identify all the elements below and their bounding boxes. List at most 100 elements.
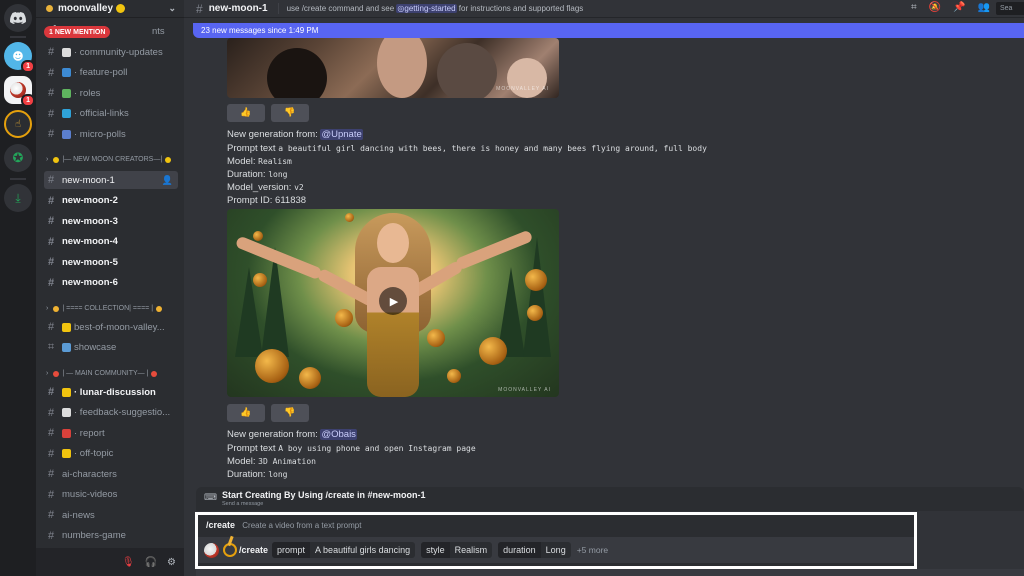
prompt-label: Prompt text: [227, 143, 279, 154]
command-option-chip[interactable]: style Realism: [421, 542, 493, 558]
search-input[interactable]: Sea: [996, 2, 1024, 15]
channel-item[interactable]: # · report: [44, 424, 178, 442]
channel-item[interactable]: # numbers-game: [44, 527, 178, 545]
reaction-buttons: 👍 👎: [227, 104, 309, 122]
play-button[interactable]: ▶: [379, 287, 407, 315]
channel-item[interactable]: # new-moon-1 👤: [44, 171, 178, 189]
compass-icon: ✪: [12, 150, 24, 166]
message-list: MOONVALLEY AI 👍 👎 New generation from: @…: [184, 38, 1024, 486]
command-option-chip[interactable]: prompt A beautiful girls dancing: [272, 542, 416, 558]
rail-separator: [10, 178, 26, 180]
command-hint-subtitle: Send a message: [222, 501, 264, 507]
thumbs-up-button[interactable]: 👍: [227, 404, 265, 422]
pinned-messages-icon[interactable]: 📌: [953, 2, 965, 13]
category-new-moon-creators[interactable]: › |— NEW MOON CREATORS—|: [46, 156, 180, 163]
threads-icon[interactable]: ⌗: [911, 2, 917, 13]
option-value[interactable]: A beautiful girls dancing: [310, 542, 415, 558]
download-apps-button[interactable]: ⤓: [4, 184, 32, 212]
channel-item[interactable]: # new-moon-3: [44, 212, 178, 230]
new-messages-bar[interactable]: 23 new messages since 1:49 PM: [193, 23, 1024, 38]
thumbs-up-button[interactable]: 👍: [227, 104, 265, 122]
server-name: moonvalley: [58, 3, 114, 14]
channel-label: new-moon-1: [62, 174, 115, 186]
command-option-chip[interactable]: duration Long: [498, 542, 571, 558]
model-label: Model:: [227, 456, 259, 467]
channel-hash-icon: #: [47, 427, 55, 439]
message-input[interactable]: /create prompt A beautiful girls dancing s…: [198, 537, 914, 563]
channel-hash-icon: #: [47, 256, 55, 268]
discord-home-button[interactable]: [4, 4, 32, 32]
member-list-icon[interactable]: 👥: [978, 2, 990, 13]
user-mention[interactable]: @Upnate: [320, 129, 363, 140]
channel-label: · official-links: [74, 108, 129, 119]
server-icon-pointer[interactable]: ☝: [4, 110, 32, 138]
new-mention-pill[interactable]: 1 NEW MENTION: [44, 26, 111, 38]
channel-label: numbers-game: [62, 530, 126, 541]
channel-item[interactable]: # · official-links: [44, 105, 178, 123]
channel-item[interactable]: ⌗ showcase: [44, 339, 178, 357]
option-value[interactable]: Realism: [450, 542, 493, 558]
channel-item[interactable]: # · lunar-discussion: [44, 383, 178, 401]
command-name: /create: [239, 545, 269, 555]
duration-label: Duration:: [227, 169, 269, 180]
discord-logo-icon: [10, 12, 26, 24]
channel-item[interactable]: # new-moon-5: [44, 253, 178, 271]
channel-emoji-icon: [62, 68, 71, 77]
channel-hash-icon: #: [47, 66, 55, 79]
server-icon-moonvalley[interactable]: 1: [4, 76, 35, 107]
mute-microphone-icon[interactable]: 🎙: [122, 557, 135, 568]
category-collection[interactable]: › | ==== COLLECTION| ==== |: [46, 305, 180, 312]
getting-started-link[interactable]: ◎getting-started: [396, 4, 457, 13]
model-label: Model:: [227, 156, 259, 167]
prompt-line: Prompt text A boy using phone and open I…: [227, 443, 476, 454]
thumbs-down-button[interactable]: 👎: [271, 104, 309, 122]
channel-item[interactable]: # new-moon-6: [44, 274, 178, 292]
server-header[interactable]: moonvalley ⌄: [36, 0, 184, 17]
channel-label: new-moon-4: [62, 236, 118, 247]
channel-hash-icon: #: [47, 174, 55, 186]
option-key: style: [421, 542, 450, 558]
category-main-community[interactable]: › | — MAIN COMMUNITY— |: [46, 370, 180, 377]
channel-item[interactable]: # ai-news: [44, 506, 178, 524]
channel-label: new-moon-3: [62, 215, 118, 227]
server-icon-blue[interactable]: ☻ 1: [4, 42, 35, 73]
channel-item[interactable]: # best-of-moon-valley...: [44, 318, 178, 336]
thumbs-down-button[interactable]: 👎: [271, 404, 309, 422]
channel-emoji-icon: [62, 47, 71, 57]
channel-item[interactable]: # new-moon-4: [44, 233, 178, 251]
generated-video-player[interactable]: ▶ MOONVALLEY AI: [227, 209, 559, 397]
command-suggestion-header: ⌨ Start Creating By Using /create in #ne…: [196, 487, 1024, 511]
channel-label: new-moon-2: [62, 195, 118, 206]
settings-gear-icon[interactable]: ⚙: [167, 557, 176, 568]
channel-label: music-videos: [62, 489, 118, 500]
notification-bell-muted-icon[interactable]: 🔕: [929, 2, 941, 13]
command-option[interactable]: /create Create a video from a text promp…: [206, 520, 361, 530]
generated-video-thumbnail[interactable]: MOONVALLEY AI: [227, 38, 559, 98]
channel-item[interactable]: # · feedback-suggestio...: [44, 404, 178, 422]
channel-hash-icon: #: [47, 468, 55, 480]
explore-servers-button[interactable]: ✪: [4, 144, 32, 172]
channel-item[interactable]: # · community-updates: [44, 43, 178, 61]
channel-item[interactable]: # ai-characters: [44, 465, 178, 483]
option-value[interactable]: Long: [541, 542, 571, 558]
channel-item[interactable]: # · off-topic: [44, 445, 178, 463]
divider: [277, 3, 279, 14]
topic-link-label: getting-started: [404, 4, 456, 13]
channel-label: · lunar-discussion: [74, 386, 156, 398]
invite-member-icon[interactable]: 👤: [162, 175, 173, 186]
topic-text: use /create command and see: [286, 4, 397, 13]
version-value: v2: [294, 183, 304, 192]
channel-item[interactable]: # music-videos: [44, 486, 178, 504]
more-options-label[interactable]: +5 more: [577, 545, 608, 555]
headphones-icon[interactable]: 🎧: [145, 557, 157, 568]
channel-item[interactable]: # · feature-poll: [44, 64, 178, 82]
channel-item[interactable]: # new-moon-2: [44, 192, 178, 210]
prompt-line: Prompt text a beautiful girl dancing wit…: [227, 143, 707, 154]
command-hint-title: Start Creating By Using /create in #new-…: [222, 490, 426, 500]
thumbs-up-icon: 👍: [240, 408, 252, 418]
channel-item[interactable]: # · micro-polls: [44, 125, 178, 143]
channel-item[interactable]: # · roles: [44, 84, 178, 102]
moon-emoji-icon: [53, 156, 60, 163]
user-mention[interactable]: @Obais: [320, 429, 357, 440]
thumbs-down-icon: 👎: [284, 408, 296, 418]
